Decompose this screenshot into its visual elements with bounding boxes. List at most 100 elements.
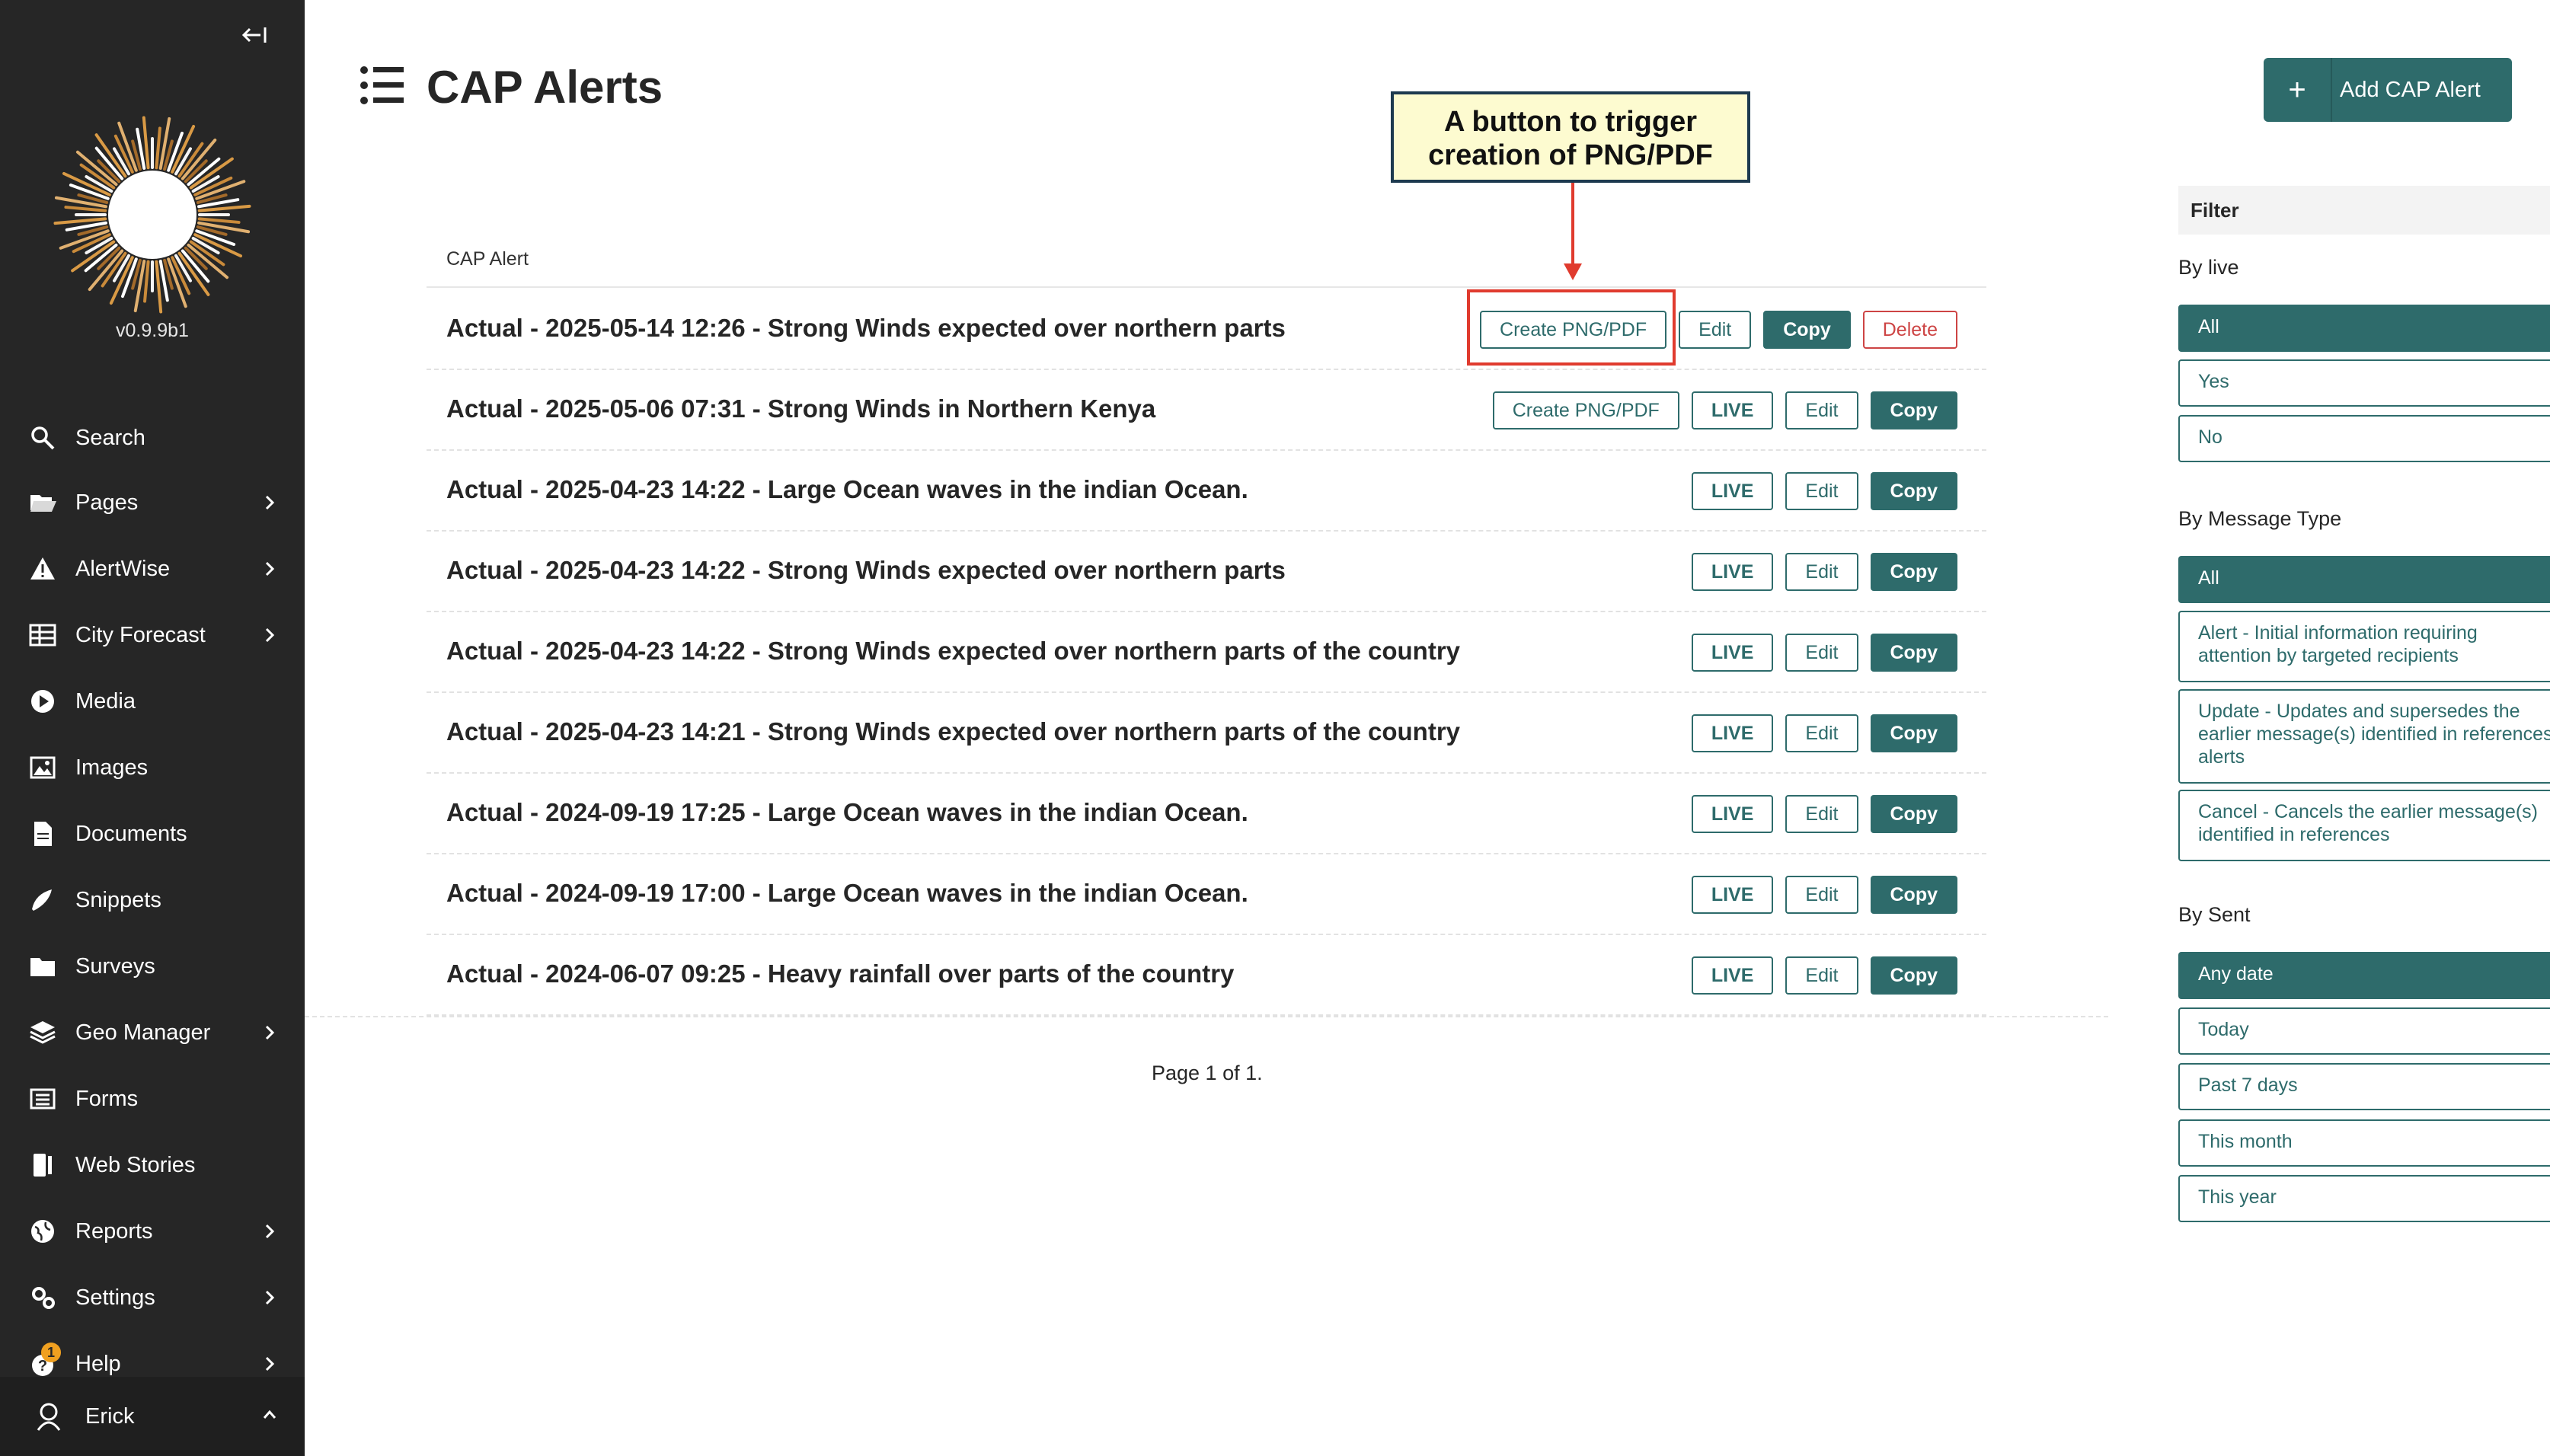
copy-button[interactable]: Copy (1870, 472, 1957, 510)
help-badge: 1 (41, 1343, 61, 1362)
alert-title-link[interactable]: Actual - 2025-04-23 14:22 - Strong Winds… (446, 556, 1286, 585)
delete-button[interactable]: Delete (1862, 311, 1957, 349)
filter-option-by-message-type-1[interactable]: Alert - Initial information requiring at… (2178, 611, 2550, 682)
stories-icon (29, 1151, 56, 1179)
alert-title-link[interactable]: Actual - 2024-09-19 17:00 - Large Ocean … (446, 879, 1248, 908)
table-row: Actual - 2024-06-07 09:25 - Heavy rainfa… (427, 934, 1986, 1016)
filter-label-by-sent: By Sent (2178, 903, 2251, 926)
filter-title: Filter (2178, 186, 2550, 235)
annotation-highlight-box (1467, 289, 1676, 366)
alert-title-link[interactable]: Actual - 2025-04-23 14:22 - Large Ocean … (446, 475, 1248, 504)
filter-option-by-message-type-0[interactable]: All (2178, 556, 2550, 603)
row-actions: LIVE Edit Copy (1691, 795, 1957, 833)
row-actions: LIVE Edit Copy (1691, 634, 1957, 672)
sidebar-item-label: AlertWise (75, 557, 171, 581)
edit-button[interactable]: Edit (1785, 553, 1858, 591)
sidebar-item-pages[interactable]: Pages (0, 472, 305, 533)
alert-title-link[interactable]: Actual - 2024-06-07 09:25 - Heavy rainfa… (446, 959, 1234, 988)
filter-option-by-live-1[interactable]: Yes (2178, 359, 2550, 407)
sidebar-item-forms[interactable]: Forms (0, 1068, 305, 1129)
sidebar-item-city-forecast[interactable]: City Forecast (0, 605, 305, 666)
sidebar-item-settings[interactable]: Settings (0, 1267, 305, 1328)
copy-button[interactable]: Copy (1870, 714, 1957, 752)
sidebar-item-label: Geo Manager (75, 1020, 211, 1045)
sidebar-item-label: Forms (75, 1087, 139, 1111)
sidebar: v0.9.9b1 Search Pages AlertWise City Foreca… (0, 0, 305, 1456)
row-actions: LIVE Edit Copy (1691, 714, 1957, 752)
alert-title-link[interactable]: Actual - 2024-09-19 17:25 - Large Ocean … (446, 798, 1248, 827)
row-actions: LIVE Edit Copy (1691, 876, 1957, 914)
copy-button[interactable]: Copy (1870, 553, 1957, 591)
live-button[interactable]: LIVE (1691, 956, 1774, 995)
filter-option-by-live-2[interactable]: No (2178, 415, 2550, 462)
edit-button[interactable]: Edit (1785, 714, 1858, 752)
create-png-pdf-button[interactable]: Create PNG/PDF (1492, 391, 1679, 429)
sidebar-item-reports[interactable]: Reports (0, 1201, 305, 1262)
table-row: Actual - 2025-05-14 12:26 - Strong Winds… (427, 288, 1986, 370)
sidebar-item-alertwise[interactable]: AlertWise (0, 538, 305, 599)
copy-button[interactable]: Copy (1870, 634, 1957, 672)
live-button[interactable]: LIVE (1691, 634, 1774, 672)
chevron-right-icon (259, 492, 280, 513)
search-icon (29, 424, 56, 452)
filter-option-by-sent-3[interactable]: This month (2178, 1119, 2550, 1167)
filter-option-by-sent-1[interactable]: Today (2178, 1007, 2550, 1055)
edit-button[interactable]: Edit (1785, 876, 1858, 914)
sun-logo (52, 114, 253, 315)
edit-button[interactable]: Edit (1785, 472, 1858, 510)
row-actions: LIVE Edit Copy (1691, 956, 1957, 995)
document-icon (29, 820, 56, 848)
add-cap-alert-button[interactable]: + Add CAP Alert (2264, 58, 2512, 122)
sidebar-item-geo-manager[interactable]: Geo Manager (0, 1002, 305, 1063)
filter-option-by-sent-0[interactable]: Any date (2178, 952, 2550, 999)
collapse-sidebar-button[interactable] (238, 21, 271, 49)
add-cap-alert-label: Add CAP Alert (2340, 78, 2481, 102)
edit-button[interactable]: Edit (1785, 956, 1858, 995)
filter-option-by-sent-2[interactable]: Past 7 days (2178, 1063, 2550, 1110)
alert-title-link[interactable]: Actual - 2025-04-23 14:22 - Strong Winds… (446, 637, 1460, 666)
live-button[interactable]: LIVE (1691, 472, 1774, 510)
chevron-right-icon (259, 1353, 280, 1375)
sun-logo-icon (53, 116, 251, 314)
table-row: Actual - 2024-09-19 17:25 - Large Ocean … (427, 772, 1986, 854)
copy-button[interactable]: Copy (1763, 311, 1851, 349)
callout-line-1: A button to trigger (1443, 106, 1698, 138)
filter-option-by-live-0[interactable]: All (2178, 305, 2550, 352)
sidebar-item-media[interactable]: Media (0, 671, 305, 732)
sidebar-item-surveys[interactable]: Surveys (0, 936, 305, 997)
callout-line-2: creation of PNG/PDF (1428, 139, 1713, 171)
live-button[interactable]: LIVE (1691, 714, 1774, 752)
copy-button[interactable]: Copy (1870, 956, 1957, 995)
globe-icon (29, 1218, 56, 1245)
alert-title-link[interactable]: Actual - 2025-04-23 14:21 - Strong Winds… (446, 717, 1460, 746)
sidebar-item-label: Reports (75, 1219, 153, 1244)
chevron-right-icon (259, 1287, 280, 1308)
copy-button[interactable]: Copy (1870, 795, 1957, 833)
edit-button[interactable]: Edit (1679, 311, 1752, 349)
sidebar-item-web-stories[interactable]: Web Stories (0, 1135, 305, 1196)
filter-option-by-message-type-2[interactable]: Update - Updates and supersedes the earl… (2178, 689, 2550, 784)
sidebar-item-label: City Forecast (75, 623, 206, 647)
alert-title-link[interactable]: Actual - 2025-05-14 12:26 - Strong Winds… (446, 314, 1286, 343)
chevron-up-icon (259, 1404, 280, 1426)
live-button[interactable]: LIVE (1691, 876, 1774, 914)
sidebar-item-snippets[interactable]: Snippets (0, 870, 305, 931)
edit-button[interactable]: Edit (1785, 795, 1858, 833)
callout-arrow-icon (1554, 183, 1592, 282)
sidebar-item-search[interactable]: Search (0, 407, 305, 468)
live-button[interactable]: LIVE (1691, 795, 1774, 833)
live-button[interactable]: LIVE (1691, 553, 1774, 591)
edit-button[interactable]: Edit (1785, 634, 1858, 672)
sidebar-item-documents[interactable]: Documents (0, 803, 305, 864)
list-icon (29, 1085, 56, 1113)
user-menu[interactable]: Erick (0, 1377, 305, 1456)
column-header-cap-alert[interactable]: CAP Alert (446, 248, 529, 270)
copy-button[interactable]: Copy (1870, 391, 1957, 429)
alert-title-link[interactable]: Actual - 2025-05-06 07:31 - Strong Winds… (446, 394, 1155, 423)
sidebar-item-images[interactable]: Images (0, 737, 305, 798)
filter-option-by-message-type-3[interactable]: Cancel - Cancels the earlier message(s) … (2178, 790, 2550, 861)
filter-option-by-sent-4[interactable]: This year (2178, 1175, 2550, 1222)
edit-button[interactable]: Edit (1785, 391, 1858, 429)
live-button[interactable]: LIVE (1691, 391, 1774, 429)
copy-button[interactable]: Copy (1870, 876, 1957, 914)
